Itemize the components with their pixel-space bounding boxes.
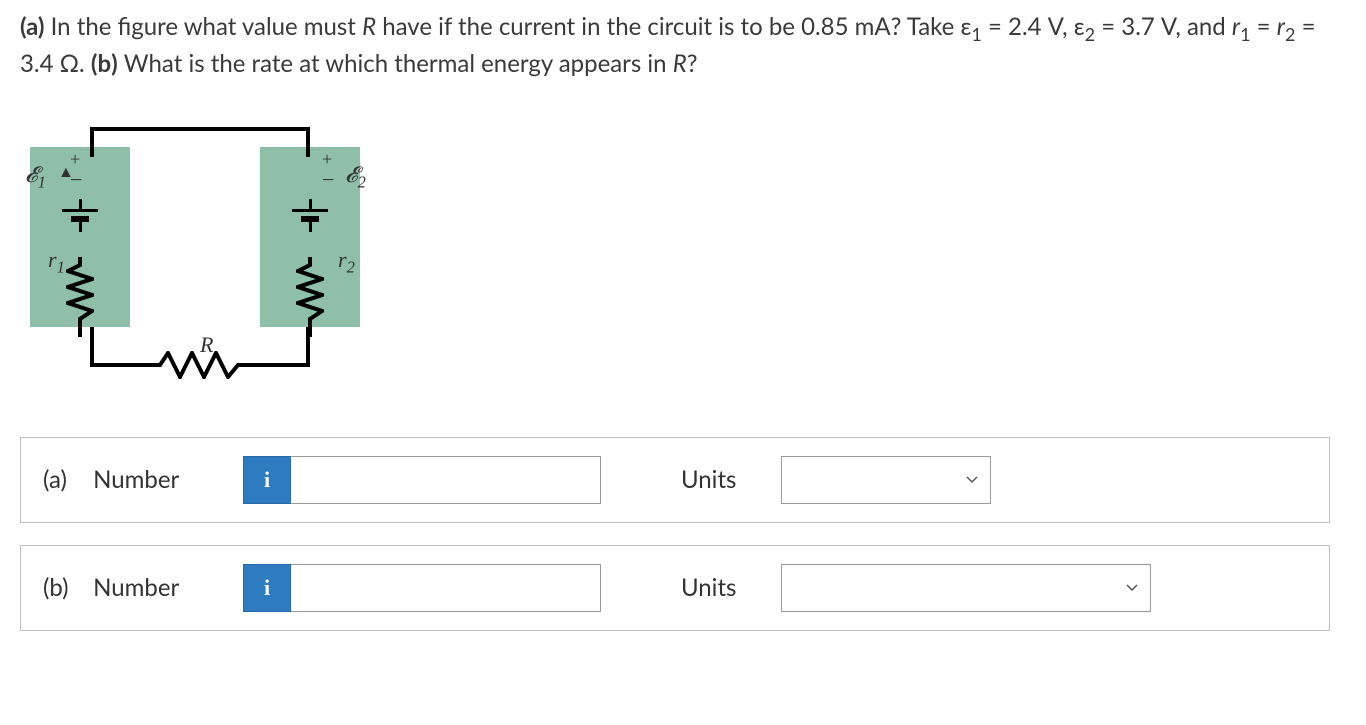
number-input-group-b: i	[243, 564, 601, 612]
resistor-r1	[66, 257, 94, 337]
circuit-figure: 𝓔1 ▲ 𝓔2 r1 r2 R + − + −	[30, 107, 390, 387]
part-b-label: (b)	[91, 49, 118, 78]
units-label-b: Units	[681, 573, 761, 602]
minus-sign: −	[322, 167, 334, 193]
minus-sign: −	[70, 167, 82, 193]
units-label-a: Units	[681, 465, 761, 494]
battery-symbol-left	[55, 199, 105, 232]
wire	[90, 363, 150, 367]
wire	[90, 127, 94, 157]
number-input-a[interactable]	[291, 456, 601, 504]
label-emf1: 𝓔1	[25, 162, 46, 192]
resistor-r2	[296, 257, 324, 337]
units-select-b[interactable]	[781, 564, 1151, 612]
info-icon[interactable]: i	[243, 456, 291, 504]
label-R: R	[200, 332, 213, 358]
answer-row-b: (b) Number i Units	[20, 545, 1330, 631]
info-icon[interactable]: i	[243, 564, 291, 612]
wire	[90, 127, 310, 131]
part-a-label: (a)	[20, 12, 45, 41]
answer-row-a: (a) Number i Units	[20, 437, 1330, 523]
wire	[250, 363, 310, 367]
label-emf2: 𝓔2	[345, 162, 366, 192]
label-r1: r1	[48, 247, 65, 277]
question-text: (a) In the figure what value must R have…	[20, 10, 1346, 82]
part-label-a: (a) Number	[43, 465, 223, 494]
number-input-group-a: i	[243, 456, 601, 504]
battery-symbol-right	[285, 199, 335, 232]
part-label-b: (b) Number	[43, 573, 223, 602]
wire	[90, 327, 94, 367]
label-r2: r2	[338, 247, 355, 277]
wire	[306, 327, 310, 367]
wire	[306, 127, 310, 157]
number-input-b[interactable]	[291, 564, 601, 612]
units-select-a[interactable]	[781, 456, 991, 504]
